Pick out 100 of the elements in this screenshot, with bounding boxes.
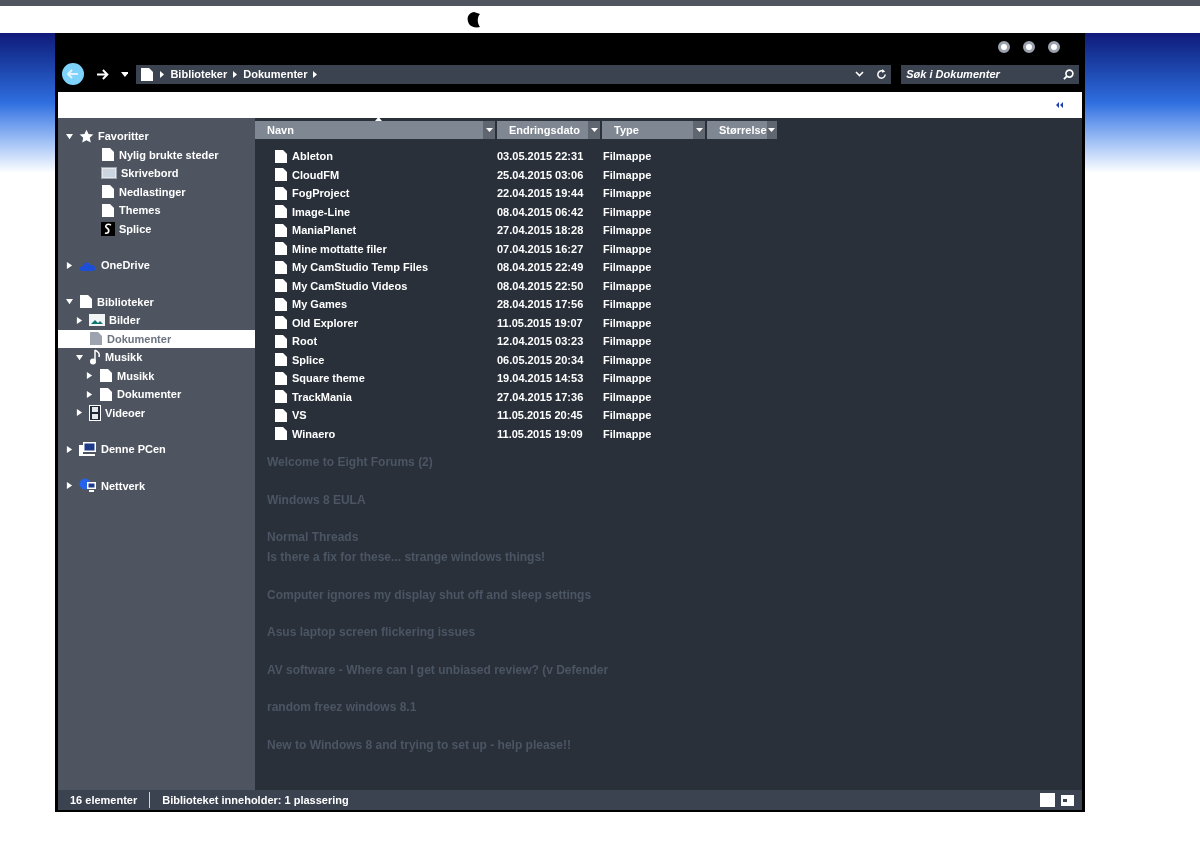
tree-item[interactable]: Biblioteker (58, 292, 255, 311)
tree-item[interactable]: Denne PCen (58, 440, 255, 459)
window-control-button[interactable] (1023, 40, 1035, 53)
caret-icon (485, 128, 493, 132)
folder-icon (274, 407, 288, 423)
folder-icon (274, 370, 288, 386)
tiles-view-icon[interactable] (1061, 794, 1074, 806)
file-row[interactable]: My CamStudio Temp Files 08.04.2015 22:49 Filmappe (255, 258, 775, 277)
tree-item[interactable]: OneDrive (58, 256, 255, 275)
file-name: Mine mottatte filer (291, 241, 388, 257)
file-row[interactable]: My Games 28.04.2015 17:56 Filmappe (255, 295, 775, 314)
folder-icon (89, 331, 103, 347)
tree-item[interactable]: Themes (70, 201, 255, 220)
file-row[interactable]: Ableton 03.05.2015 22:31 Filmappe (255, 147, 775, 166)
file-name: Ableton (291, 149, 334, 164)
modified-date: 08.04.2015 22:49 (497, 260, 585, 275)
expand-caret-icon[interactable] (66, 445, 73, 453)
expand-caret-icon[interactable] (76, 409, 83, 417)
expand-caret-icon[interactable] (86, 390, 93, 398)
expand-caret-icon[interactable] (76, 353, 83, 361)
tree-item[interactable]: Musikk (58, 366, 255, 385)
tree-item[interactable]: Nylig brukte steder (70, 145, 255, 164)
file-row[interactable]: VS 11.05.2015 20:45 Filmappe (255, 406, 775, 425)
tree-item[interactable]: Splice (70, 219, 255, 238)
arrow-right-icon[interactable] (95, 68, 109, 80)
tree-item[interactable]: Skrivebord (70, 164, 255, 183)
folder-icon (101, 147, 115, 163)
folder-icon (274, 315, 288, 331)
file-row[interactable]: Root 12.04.2015 03:23 Filmappe (255, 332, 775, 351)
column-dropdown-button[interactable] (693, 121, 705, 139)
file-row[interactable]: FogProject 22.04.2015 19:44 Filmappe (255, 184, 775, 203)
column-dropdown-button[interactable] (483, 121, 495, 139)
star-icon (79, 128, 94, 144)
chevron-right-icon (233, 70, 238, 78)
folder-icon (274, 204, 288, 220)
chevron-down-icon[interactable] (855, 71, 865, 77)
file-row[interactable]: Square theme 19.04.2015 14:53 Filmappe (255, 369, 775, 388)
file-row[interactable]: Winaero 11.05.2015 19:09 Filmappe (255, 424, 775, 443)
breadcrumb-link[interactable]: Biblioteker (170, 65, 228, 83)
file-name: Image-Line (291, 204, 352, 220)
expand-caret-icon[interactable] (76, 316, 83, 324)
computer-icon (79, 441, 97, 457)
modified-date: 19.04.2015 14:53 (497, 371, 585, 386)
window-control-button[interactable] (998, 40, 1010, 53)
chevron-right-icon (160, 70, 165, 78)
file-row[interactable]: CloudFM 25.04.2015 03:06 Filmappe (255, 165, 775, 184)
folder-icon (274, 185, 288, 201)
folder-icon (274, 352, 288, 368)
expand-caret-icon[interactable] (66, 261, 73, 269)
expand-caret-icon[interactable] (86, 372, 93, 380)
file-type: Filmappe (603, 352, 652, 368)
tree-item[interactable]: Favoritter (58, 127, 255, 146)
caret-icon (590, 128, 598, 132)
file-name: My CamStudio Temp Files (291, 260, 430, 275)
file-row[interactable]: ManiaPlanet 27.04.2015 18:28 Filmappe (255, 221, 775, 240)
modified-date: 12.04.2015 03:23 (497, 334, 585, 349)
status-text: Biblioteket inneholder: 1 plassering (149, 791, 361, 809)
breadcrumb-link[interactable]: Dokumenter (243, 65, 308, 83)
tree-item[interactable]: Bilder (58, 311, 255, 330)
file-type: Filmappe (603, 260, 652, 275)
tree-item[interactable]: Musikk (58, 348, 255, 367)
address-bar[interactable]: Biblioteker Dokumenter (136, 64, 892, 84)
column-dropdown-button[interactable] (766, 121, 777, 139)
expand-caret-icon[interactable] (66, 298, 73, 306)
folder-icon (274, 222, 288, 238)
tree-item[interactable]: Dokumenter (58, 385, 255, 404)
folder-icon (101, 184, 115, 200)
film-icon (89, 404, 101, 421)
column-dropdown-button[interactable] (588, 121, 600, 139)
file-row[interactable]: Image-Line 08.04.2015 06:42 Filmappe (255, 202, 775, 221)
column-header[interactable]: Endringsdato (497, 121, 600, 139)
column-header[interactable]: Størrelse (707, 121, 777, 139)
file-row[interactable]: My CamStudio Videos 08.04.2015 22:50 Filmappe (255, 276, 775, 295)
dropdown-caret-icon[interactable] (120, 71, 129, 77)
file-name: FogProject (291, 186, 351, 201)
file-type: Filmappe (603, 241, 652, 257)
refresh-icon[interactable] (876, 68, 888, 80)
tree-item[interactable]: Nedlastinger (70, 182, 255, 201)
search-input[interactable]: Søk i Dokumenter (906, 65, 1063, 83)
file-row[interactable]: Splice 06.05.2015 20:34 Filmappe (255, 350, 775, 369)
double-chevron-icon[interactable] (1056, 102, 1064, 108)
tree-item[interactable]: Nettverk (58, 476, 255, 495)
search-field[interactable]: Søk i Dokumenter (901, 64, 1079, 84)
modified-date: 06.05.2015 20:34 (497, 352, 585, 368)
file-row[interactable]: Mine mottatte filer 07.04.2015 16:27 Filmappe (255, 239, 775, 258)
folder-icon (274, 333, 288, 349)
tree-item[interactable]: Dokumenter (58, 329, 255, 348)
back-button[interactable] (62, 63, 84, 85)
tree-item[interactable]: Videoer (58, 403, 255, 422)
folder-icon (274, 167, 288, 183)
window-control-button[interactable] (1048, 40, 1060, 53)
column-header[interactable]: Type (602, 121, 705, 139)
search-icon[interactable] (1063, 68, 1074, 80)
expand-caret-icon[interactable] (66, 132, 73, 140)
folder-icon (140, 66, 155, 82)
file-row[interactable]: TrackMania 27.04.2015 17:36 Filmappe (255, 387, 775, 406)
modified-date: 07.04.2015 16:27 (497, 241, 585, 257)
expand-caret-icon[interactable] (66, 482, 73, 490)
modified-date: 22.04.2015 19:44 (497, 186, 585, 201)
file-row[interactable]: Old Explorer 11.05.2015 19:07 Filmappe (255, 313, 775, 332)
